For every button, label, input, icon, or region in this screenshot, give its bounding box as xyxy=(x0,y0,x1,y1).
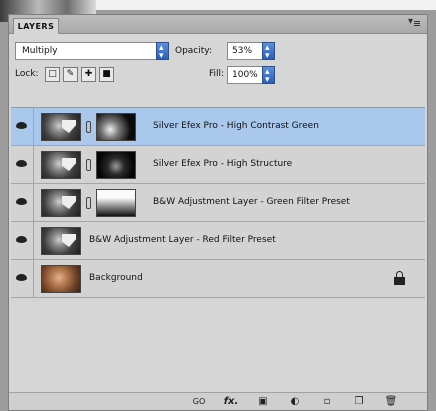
layer-thumbnail xyxy=(41,227,81,255)
lock-label: Lock: xyxy=(15,69,39,79)
mask-link-icon[interactable] xyxy=(86,121,91,133)
layers-empty-area xyxy=(11,302,425,394)
fill-value: 100% xyxy=(232,70,258,80)
opacity-spinner-icon[interactable] xyxy=(262,40,275,64)
lock-icon xyxy=(394,271,405,285)
layer-row[interactable]: Silver Efex Pro - High Structure xyxy=(11,146,425,184)
link-layers-button[interactable]: GO xyxy=(191,395,207,408)
layer-name: B&W Adjustment Layer - Red Filter Preset xyxy=(89,235,276,245)
background-canvas xyxy=(96,0,436,10)
mask-link-icon[interactable] xyxy=(86,159,91,171)
layer-thumbnail xyxy=(41,265,81,293)
lock-transparent-icon[interactable]: □ xyxy=(45,67,60,82)
layers-list: Silver Efex Pro - High Contrast Green Si… xyxy=(11,107,425,302)
mask-link-icon[interactable] xyxy=(86,197,91,209)
lock-all-icon[interactable]: ■ xyxy=(99,67,114,82)
eye-visibility-icon[interactable] xyxy=(11,146,34,183)
layer-mask-thumbnail[interactable] xyxy=(96,113,136,141)
layer-row[interactable]: B&W Adjustment Layer - Red Filter Preset xyxy=(11,222,425,260)
blend-opacity-row: Multiply Opacity: 53% xyxy=(15,40,421,64)
blend-mode-spinner-icon[interactable] xyxy=(156,40,169,64)
eye-visibility-icon[interactable] xyxy=(11,260,34,297)
layer-name: Background xyxy=(89,273,143,283)
eye-visibility-icon[interactable] xyxy=(11,108,34,145)
layer-thumbnail xyxy=(41,151,81,179)
opacity-value: 53% xyxy=(232,46,253,56)
fill-label: Fill: xyxy=(209,69,225,79)
layer-mask-thumbnail[interactable] xyxy=(96,151,136,179)
eye-visibility-icon[interactable] xyxy=(11,222,34,259)
layer-name: Silver Efex Pro - High Structure xyxy=(153,159,293,169)
layer-row[interactable]: Silver Efex Pro - High Contrast Green xyxy=(11,108,425,146)
fx-button[interactable]: fx. xyxy=(223,395,239,408)
layers-panel: LAYERS Multiply Opacity: 53% Lock: □ ✎ ✚… xyxy=(8,14,428,411)
new-layer-icon[interactable]: ❐ xyxy=(351,395,367,408)
adjustment-layer-icon[interactable]: ◐ xyxy=(287,395,303,408)
delete-layer-icon[interactable]: 🗑 xyxy=(383,395,399,408)
lock-position-icon[interactable]: ✚ xyxy=(81,67,96,82)
opacity-label: Opacity: xyxy=(175,46,212,56)
layer-row[interactable]: B&W Adjustment Layer - Green Filter Pres… xyxy=(11,184,425,222)
lock-image-icon[interactable]: ✎ xyxy=(63,67,78,82)
panel-titlebar: LAYERS xyxy=(9,15,427,34)
fill-field[interactable]: 100% xyxy=(227,64,275,88)
layer-thumbnail xyxy=(41,189,81,217)
tab-layers[interactable]: LAYERS xyxy=(13,18,59,34)
layers-bottom-toolbar: GO fx. ▣ ◐ ▫ ❐ 🗑 xyxy=(9,392,427,410)
eye-visibility-icon[interactable] xyxy=(11,184,34,221)
layer-name: B&W Adjustment Layer - Green Filter Pres… xyxy=(153,197,350,207)
blend-mode-select[interactable]: Multiply xyxy=(15,40,169,64)
fill-spinner-icon[interactable] xyxy=(262,64,275,88)
layer-thumbnail xyxy=(41,113,81,141)
new-group-icon[interactable]: ▫ xyxy=(319,395,335,408)
blend-mode-value: Multiply xyxy=(22,46,58,56)
panel-menu-icon[interactable] xyxy=(407,16,421,30)
layer-name: Silver Efex Pro - High Contrast Green xyxy=(153,121,319,131)
layer-mask-thumbnail[interactable] xyxy=(96,189,136,217)
lock-fill-row: Lock: □ ✎ ✚ ■ Fill: 100% xyxy=(15,64,421,88)
layer-row[interactable]: Background xyxy=(11,260,425,298)
add-mask-icon[interactable]: ▣ xyxy=(255,395,271,408)
opacity-field[interactable]: 53% xyxy=(227,40,275,64)
